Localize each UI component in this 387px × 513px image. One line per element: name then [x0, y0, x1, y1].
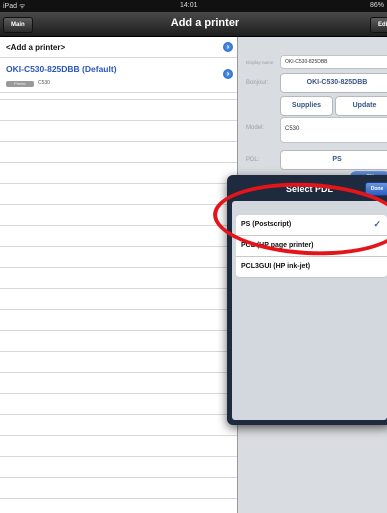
printer-list: <Add a printer> › OKI-C530-825DBB (Defau… — [0, 37, 238, 513]
clock: 14:01 — [180, 2, 198, 9]
pdl-option-label: PCL3GUI (HP ink-jet) — [241, 263, 311, 270]
pdl-label: PDL: — [246, 157, 260, 163]
printer-name: OKI-C530-825DBB (Default) — [6, 64, 117, 74]
status-bar: iPad ᯤ 14:01 86% — [0, 0, 387, 12]
list-item-add-printer[interactable]: <Add a printer> › — [0, 37, 237, 58]
bonjour-button[interactable]: OKI-C530-825DBB — [280, 73, 387, 93]
printer-model: C530 — [38, 80, 50, 86]
page-title: Add a printer — [170, 17, 240, 29]
disclosure-icon[interactable]: › — [223, 42, 233, 52]
carrier-label: iPad ᯤ — [3, 3, 26, 10]
display-name-value: OKI-C530-825DBB — [285, 59, 328, 65]
pdl-option-pcl3gui[interactable]: PCL3GUI (HP ink-jet) — [236, 257, 387, 278]
disclosure-icon[interactable]: › — [223, 69, 233, 79]
update-button[interactable]: Update — [335, 96, 387, 116]
bonjour-label: Bonjour: — [246, 80, 269, 86]
list-item-printer[interactable]: OKI-C530-825DBB (Default) Printer C530 › — [0, 58, 237, 93]
display-name-field[interactable]: OKI-C530-825DBB — [280, 55, 387, 69]
add-printer-label: <Add a printer> — [6, 43, 66, 52]
battery-label: 86% — [369, 2, 384, 9]
edit-button[interactable]: Edit — [370, 17, 387, 33]
printer-tag: Printer — [6, 81, 34, 87]
model-value: C530 — [285, 126, 300, 132]
display-name-label: Display name: — [246, 60, 275, 65]
model-label: Model: — [246, 125, 265, 131]
model-field[interactable]: C530 — [280, 117, 387, 143]
main-button[interactable]: Main — [3, 17, 33, 33]
pdl-button[interactable]: PS — [280, 150, 387, 170]
supplies-button[interactable]: Supplies — [280, 96, 333, 116]
navigation-bar: Main Add a printer Edit — [0, 12, 387, 37]
